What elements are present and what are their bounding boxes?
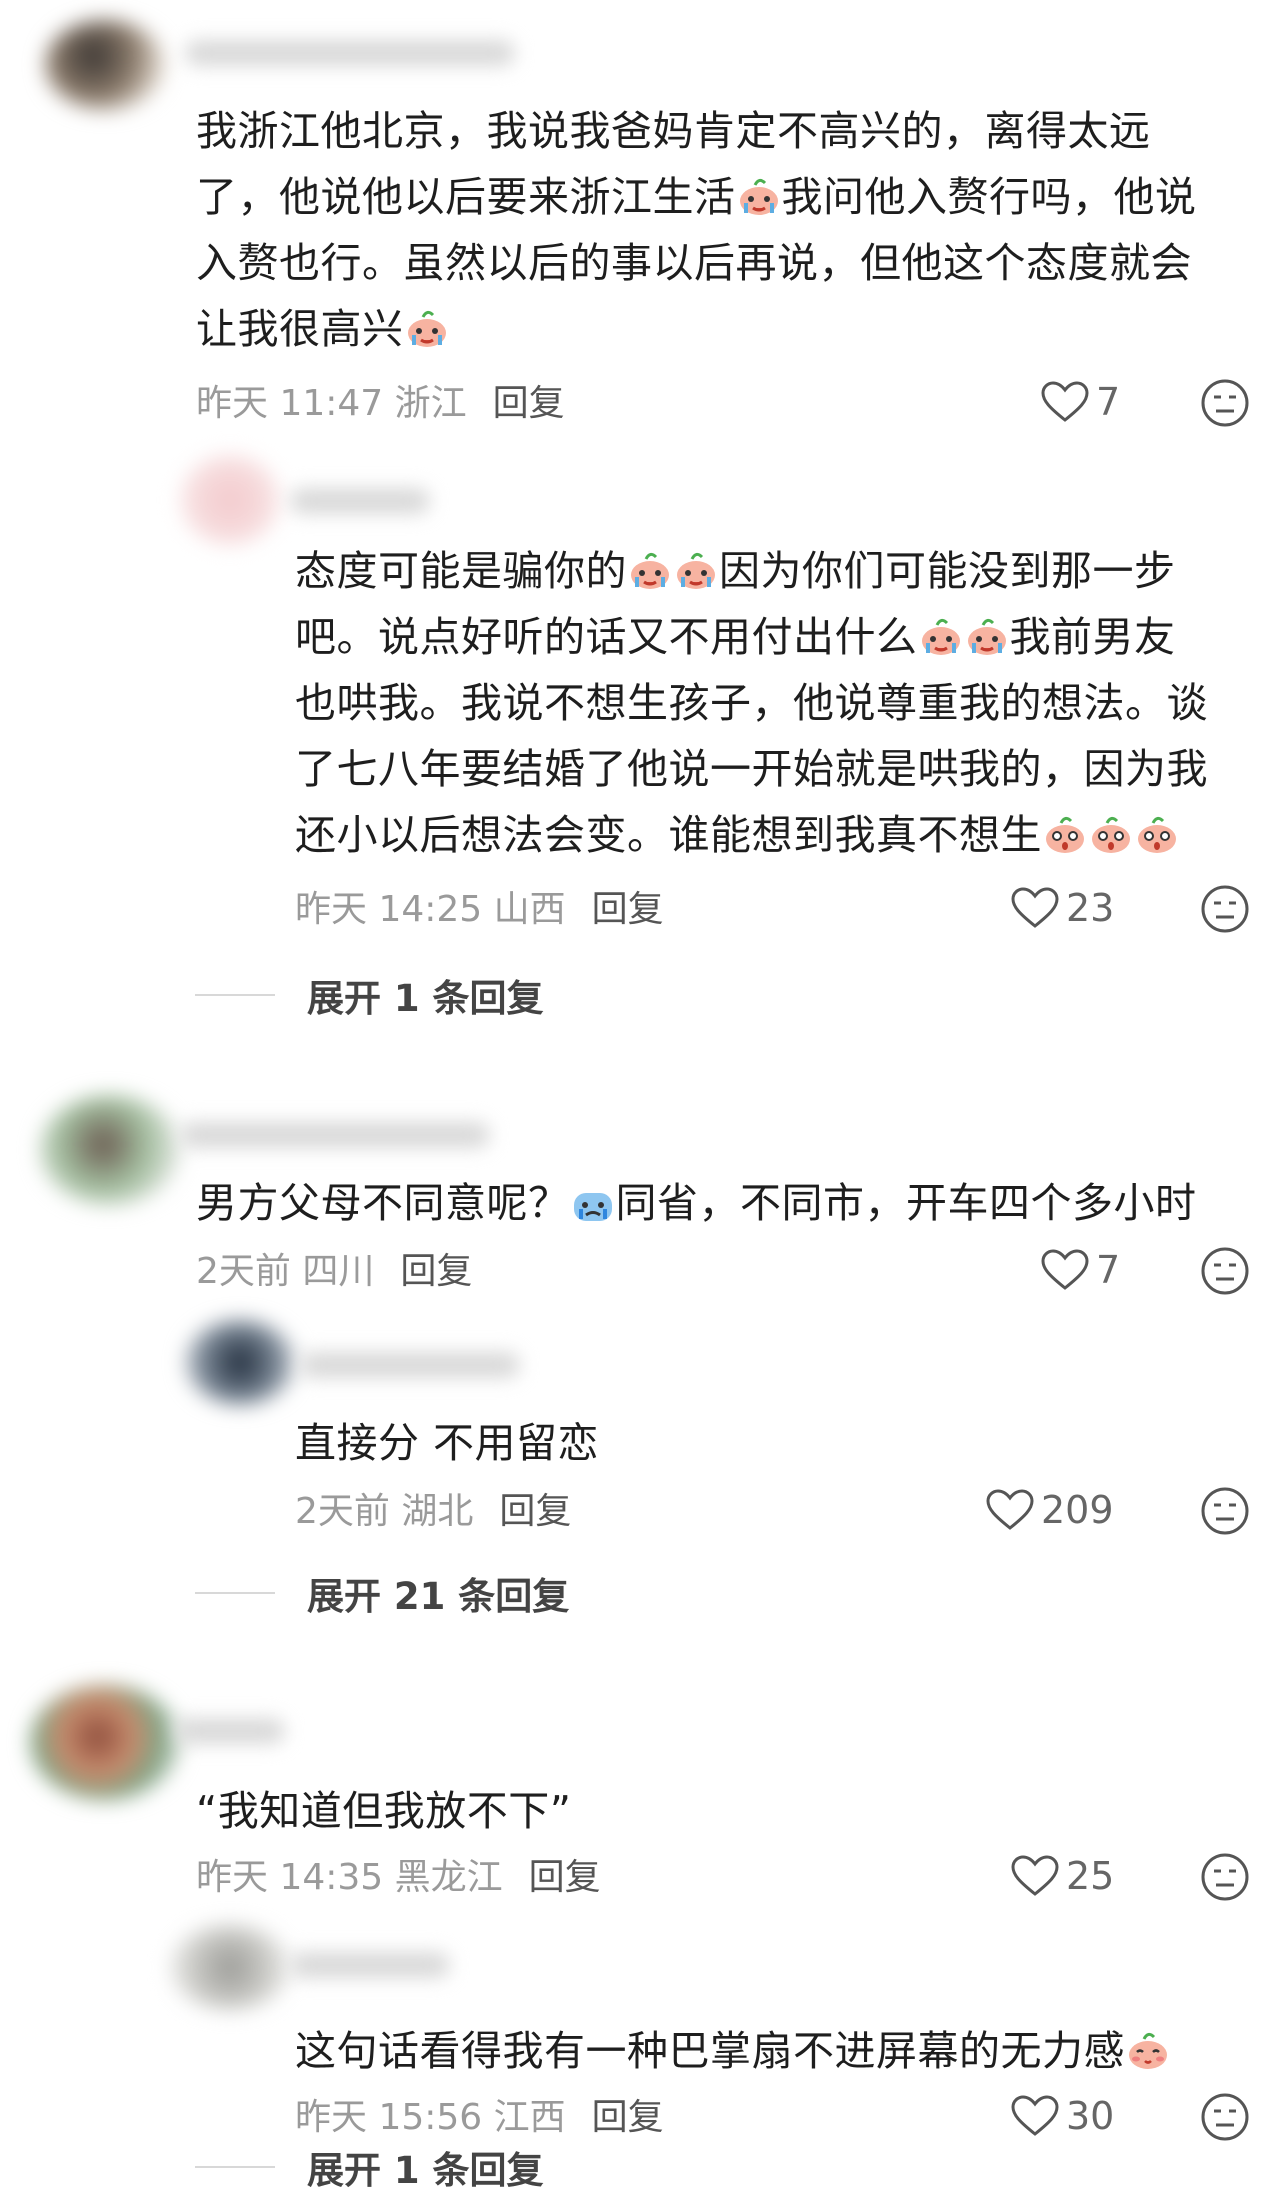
meh-face-icon [1201,2093,1249,2141]
reply-button[interactable]: 回复 [493,383,565,424]
username-blurred[interactable] [180,1122,490,1148]
like-count: 7 [1096,380,1121,424]
timestamp-location: 昨天 15:56 江西 [295,2097,566,2138]
like-button[interactable]: 7 [1040,1248,1120,1292]
like-count: 30 [1066,2094,1115,2138]
like-button[interactable]: 209 [985,1488,1114,1532]
avatar[interactable] [30,1685,180,1800]
meh-face-icon [1201,1853,1249,1901]
comment-meta: 2天前 四川 回复 [196,1252,472,1292]
dislike-button[interactable] [1200,1852,1250,1906]
heart-outline-icon [1041,1249,1089,1290]
expand-replies-button[interactable]: 展开 1 条回复 [195,2140,544,2194]
comment-text: 男方父母不同意呢？ 同省，不同市，开车四个多小时 [196,1170,1197,1236]
expand-replies-button[interactable]: 展开 1 条回复 [195,968,544,1022]
like-button[interactable]: 25 [1010,1854,1114,1898]
crying-emoji-icon [628,544,672,589]
avatar[interactable] [180,455,280,545]
dislike-button[interactable] [1200,2092,1250,2146]
username-blurred[interactable] [300,1352,520,1378]
reply-button[interactable]: 回复 [592,889,664,930]
dislike-button[interactable] [1200,1246,1250,1300]
timestamp-location: 昨天 14:25 山西 [295,889,566,930]
meh-face-icon [1201,885,1249,933]
comment-meta: 昨天 14:25 山西 回复 [295,890,664,930]
shocked-emoji-icon [1043,808,1087,853]
comment-meta: 昨天 14:35 黑龙江 回复 [196,1858,601,1898]
crying-emoji-icon [737,170,781,215]
like-count: 25 [1066,1854,1115,1898]
comment-text: “我知道但我放不下” [196,1787,572,1835]
shy-emoji-icon [1126,2024,1170,2069]
comment-text: 我浙江他北京，我说我爸妈肯定不高兴的，离得太远 了，他说他以后要来浙江生活 我问他… [196,107,1197,353]
expand-replies-button[interactable]: 展开 21 条回复 [195,1566,569,1620]
divider [195,1592,275,1594]
heart-outline-icon [986,1489,1034,1530]
username-blurred[interactable] [290,488,430,514]
crying-emoji-icon [405,302,449,347]
heart-outline-icon [1011,1855,1059,1896]
heart-outline-icon [1011,887,1059,928]
comment-text: 态度可能是骗你的 因为你们可能没到那一步 吧。说点好听的话又不用付出什么 我前男友 … [295,538,1208,868]
username-blurred[interactable] [185,40,515,66]
reply-button[interactable]: 回复 [529,1857,601,1898]
divider [195,994,275,996]
timestamp-location: 2天前 湖北 [295,1491,474,1532]
meh-face-icon [1201,1247,1249,1295]
comment-meta: 昨天 11:47 浙江 回复 [196,384,565,424]
like-button[interactable]: 30 [1010,2094,1114,2138]
username-blurred[interactable] [175,1718,285,1744]
shocked-emoji-icon [1089,808,1133,853]
username-blurred[interactable] [290,1952,450,1978]
like-count: 7 [1096,1248,1121,1292]
like-button[interactable]: 7 [1040,380,1120,424]
reply-button[interactable]: 回复 [592,2097,664,2138]
shocked-emoji-icon [1135,808,1179,853]
avatar[interactable] [40,1095,180,1205]
heart-outline-icon [1041,381,1089,422]
like-count: 209 [1041,1488,1114,1532]
timestamp-location: 昨天 14:35 黑龙江 [196,1857,503,1898]
sad-emoji-icon [571,1176,615,1221]
divider [195,2166,275,2168]
avatar[interactable] [185,1320,295,1405]
dislike-button[interactable] [1200,378,1250,432]
dislike-button[interactable] [1200,884,1250,938]
reply-button[interactable]: 回复 [400,1251,472,1292]
comment-meta: 昨天 15:56 江西 回复 [295,2098,664,2138]
comment-meta: 2天前 湖北 回复 [295,1492,571,1532]
like-button[interactable]: 23 [1010,886,1114,930]
crying-emoji-icon [965,610,1009,655]
avatar[interactable] [170,1925,290,2010]
heart-outline-icon [1011,2095,1059,2136]
timestamp-location: 2天前 四川 [196,1251,375,1292]
crying-emoji-icon [919,610,963,655]
comment-text: 直接分 不用留恋 [295,1419,600,1467]
like-count: 23 [1066,886,1115,930]
avatar[interactable] [45,20,165,110]
dislike-button[interactable] [1200,1486,1250,1540]
reply-button[interactable]: 回复 [499,1491,571,1532]
crying-emoji-icon [674,544,718,589]
timestamp-location: 昨天 11:47 浙江 [196,383,467,424]
meh-face-icon [1201,379,1249,427]
comment-text: 这句话看得我有一种巴掌扇不进屏幕的无力感 [295,2018,1171,2084]
meh-face-icon [1201,1487,1249,1535]
